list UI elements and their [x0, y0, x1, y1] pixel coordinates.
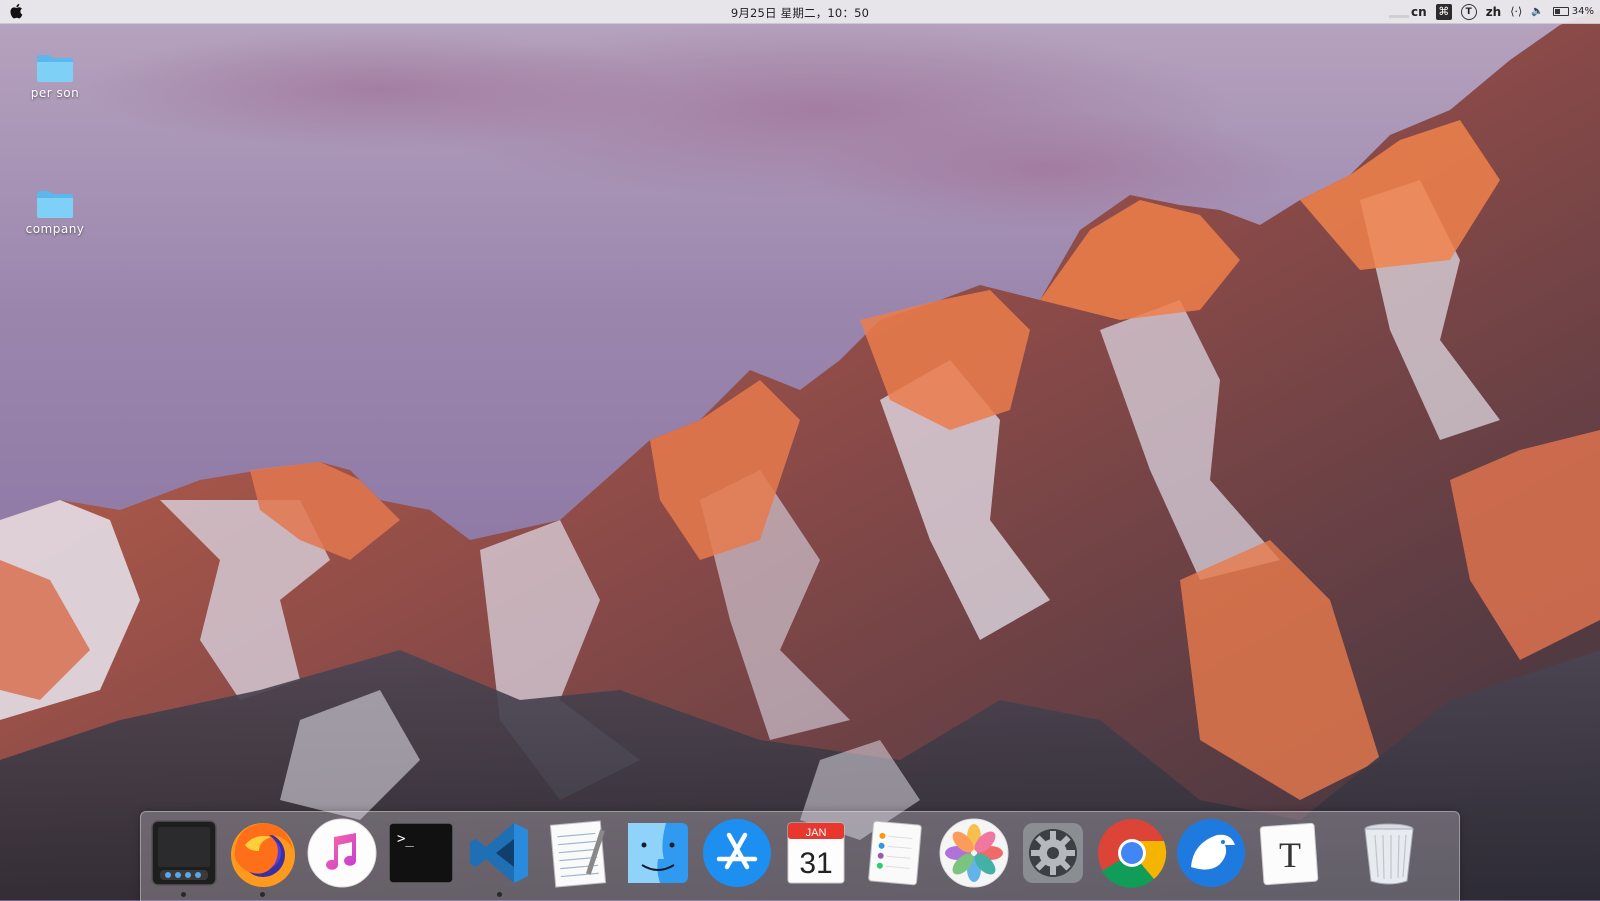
calendar-icon: JAN 31	[787, 822, 845, 884]
gear-icon	[1023, 823, 1083, 883]
language-indicator[interactable]: zh	[1486, 5, 1502, 19]
running-indicator	[497, 892, 502, 897]
typora-letter: T	[1279, 835, 1301, 875]
running-indicator	[181, 892, 186, 897]
dock-item-reminders[interactable]	[857, 815, 933, 891]
chrome-icon	[1098, 819, 1167, 888]
terminal-prompt: >_	[397, 831, 414, 847]
terminal-icon: >_	[388, 822, 454, 884]
notepad-icon	[549, 820, 607, 888]
folder-icon	[37, 191, 73, 218]
dock-item-chrome[interactable]	[1094, 815, 1170, 891]
folder-icon	[37, 55, 73, 82]
input-indicator-bar	[1389, 14, 1410, 18]
finder-icon	[628, 823, 688, 883]
menu-bar: 9月25日 星期二，10：50 cn ⌘ T zh ⟨·⟩ 🔈 34%	[0, 0, 1600, 24]
battery-icon	[1552, 7, 1569, 16]
dock-item-typora[interactable]: T	[1252, 815, 1328, 891]
calendar-month: JAN	[806, 827, 827, 839]
command-key-icon[interactable]: ⌘	[1435, 3, 1452, 20]
calendar-day: 31	[799, 847, 832, 880]
dock-item-music[interactable]	[304, 815, 380, 891]
desktop-folder-label: per son	[30, 86, 80, 100]
menubar-datetime[interactable]: 9月25日 星期二，10：50	[0, 5, 1600, 21]
dock-item-eagle[interactable]	[1173, 815, 1249, 891]
app-store-icon	[703, 819, 771, 887]
network-icon[interactable]: ⟨·⟩	[1510, 5, 1522, 18]
dock-item-terminal[interactable]: >_	[383, 815, 459, 891]
accessibility-icon[interactable]: T	[1460, 3, 1477, 20]
desktop-folder-company[interactable]: company	[15, 188, 95, 236]
status-area: cn ⌘ T zh ⟨·⟩ 🔈 34%	[1389, 3, 1594, 20]
dock-item-textedit[interactable]	[541, 815, 617, 891]
typora-icon: T	[1259, 822, 1319, 886]
desktop-folder-person[interactable]: per son	[15, 52, 95, 100]
trash-icon	[1364, 823, 1414, 885]
input-method-cn: cn	[1411, 4, 1427, 19]
volume-icon[interactable]: 🔈	[1531, 6, 1543, 17]
eagle-icon	[1177, 819, 1245, 887]
launchpad-icon	[151, 820, 217, 886]
reminders-icon	[868, 820, 922, 886]
input-method-indicator[interactable]: cn	[1389, 5, 1427, 19]
music-icon	[307, 818, 377, 888]
dock-item-firefox[interactable]	[225, 815, 301, 897]
vscode-icon	[470, 823, 528, 883]
photos-icon	[939, 818, 1009, 888]
dock-item-trash[interactable]	[1351, 815, 1427, 891]
firefox-icon	[231, 823, 295, 887]
desktop-folder-label: company	[25, 222, 85, 236]
running-indicator	[260, 892, 265, 897]
dock-item-photos[interactable]	[936, 815, 1012, 891]
battery-percent: 34%	[1571, 6, 1594, 17]
desktop-wallpaper	[0, 0, 1600, 900]
dock-item-launchpad[interactable]	[146, 815, 222, 897]
dock-item-app-store[interactable]	[699, 815, 775, 891]
dock-item-vscode[interactable]	[462, 815, 538, 897]
battery-indicator[interactable]: 34%	[1552, 6, 1594, 17]
dock-item-system-preferences[interactable]	[1015, 815, 1091, 891]
dock-item-finder[interactable]	[620, 815, 696, 891]
dock-item-calendar[interactable]: JAN 31	[778, 815, 854, 891]
